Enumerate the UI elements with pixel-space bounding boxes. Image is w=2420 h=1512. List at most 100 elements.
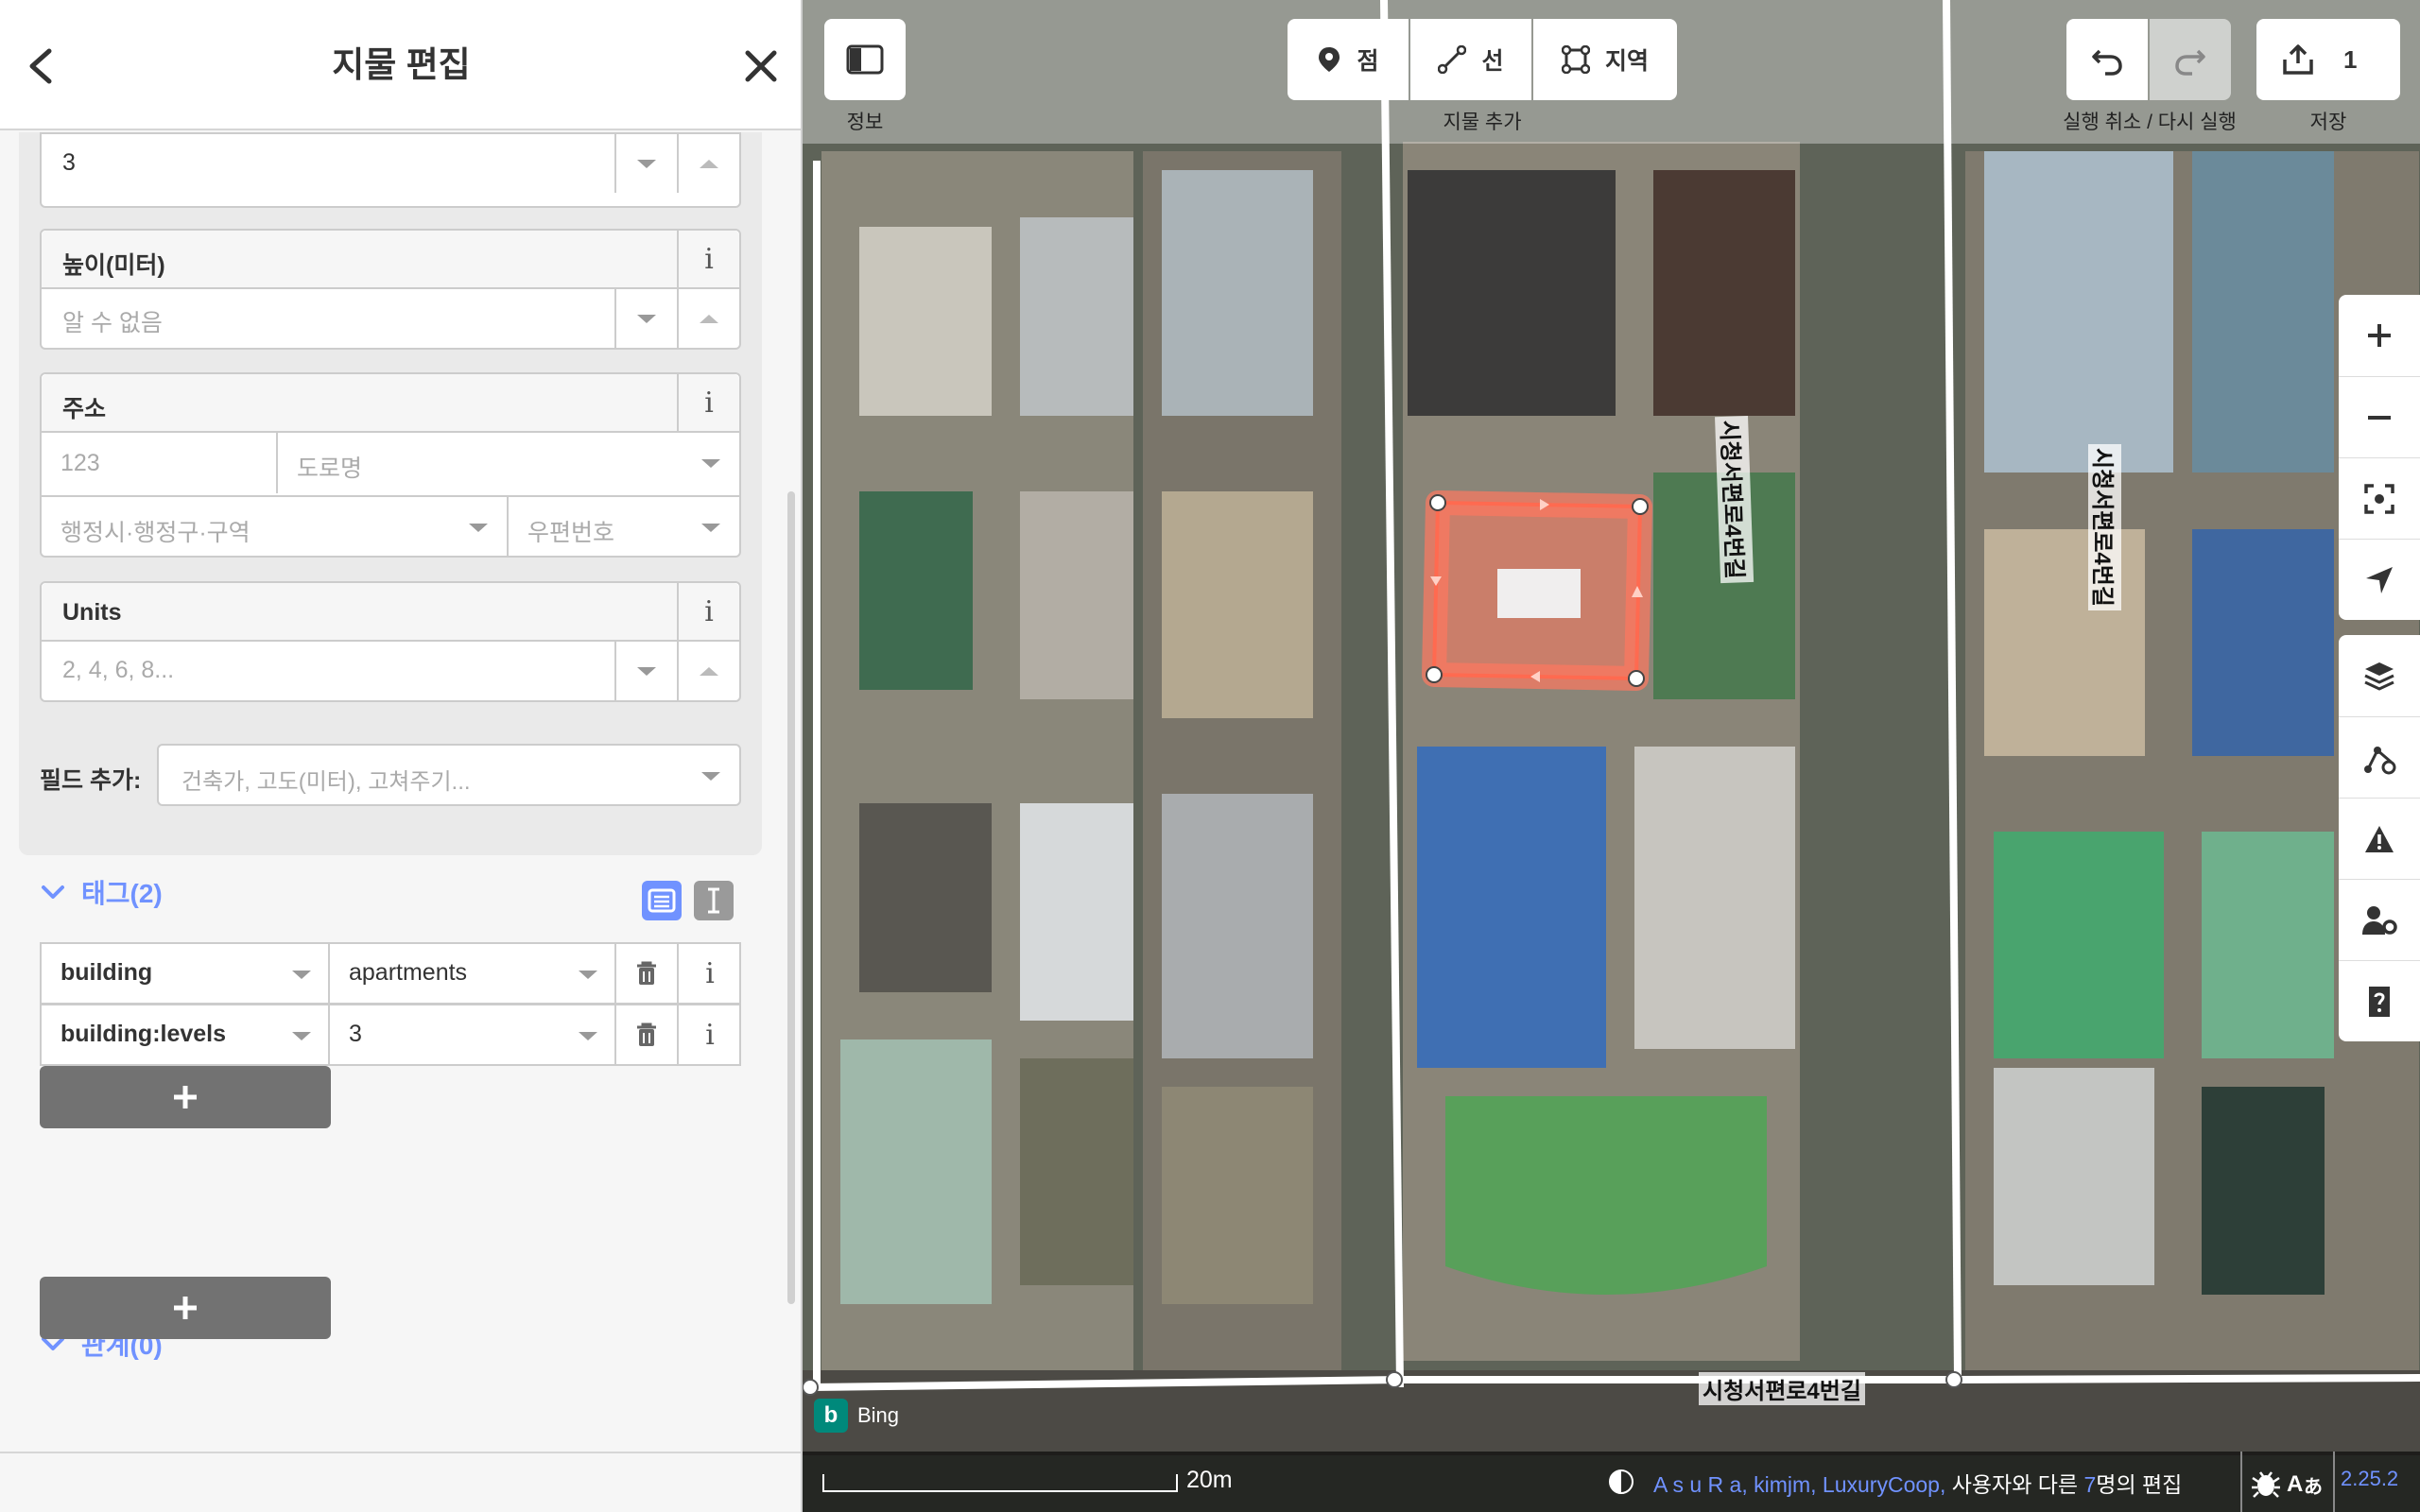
height-label: 높이(미터): [62, 252, 165, 279]
redo-button[interactable]: [2150, 19, 2231, 100]
levels-input[interactable]: 3: [42, 134, 739, 193]
add-feature-caption: 지물 추가: [1443, 112, 1522, 133]
district-combo[interactable]: 행정시·행정구·구역: [42, 497, 509, 558]
list-view-icon[interactable]: [642, 881, 682, 920]
info-icon[interactable]: i: [677, 583, 739, 640]
contributors-link[interactable]: A s u R a, kimjm, LuxuryCoop,: [1653, 1472, 1945, 1497]
attribution-suffix: 명의 편집: [2096, 1472, 2183, 1497]
aerial-imagery: [803, 0, 2420, 1512]
housenumber-input[interactable]: 123: [42, 433, 278, 493]
contributors-attribution: A s u R a, kimjm, LuxuryCoop, 사용자와 다른 7명…: [1653, 1467, 2182, 1499]
units-placeholder: 2, 4, 6, 8...: [62, 657, 175, 683]
close-icon[interactable]: [740, 45, 782, 87]
units-label: Units: [62, 599, 122, 626]
zoom-to-selection-button[interactable]: [2339, 457, 2420, 539]
scale-label: 20m: [1186, 1467, 1233, 1493]
help-icon: [2369, 986, 2390, 1017]
undo-button[interactable]: [2066, 19, 2148, 100]
trash-icon[interactable]: [616, 944, 679, 1003]
imagery-attribution[interactable]: b Bing: [814, 1399, 899, 1433]
address-label: 주소: [62, 396, 107, 422]
upload-icon: [2283, 44, 2313, 75]
sidebar-toggle-icon: [846, 44, 884, 75]
info-icon[interactable]: i: [677, 374, 739, 431]
tag-value-text: 3: [349, 1021, 362, 1047]
save-count: 1: [2343, 44, 2358, 74]
trash-icon[interactable]: [616, 1005, 679, 1064]
add-tag-button[interactable]: [40, 1066, 331, 1128]
increment-button[interactable]: [677, 289, 739, 348]
map-data-icon: [2364, 746, 2396, 774]
street-combo[interactable]: 도로명: [278, 433, 739, 493]
preferences-button[interactable]: [2339, 879, 2420, 960]
point-icon: [1319, 47, 1340, 72]
tags-section-toggle[interactable]: 태그(2): [40, 873, 163, 911]
address-field: 주소 i 123 도로명 행정시·행정구·구역 우편번호: [40, 372, 741, 558]
zoom-in-button[interactable]: [2339, 295, 2420, 376]
tag-value[interactable]: apartments: [330, 944, 616, 1003]
undo-redo-caption: 실행 취소 / 다시 실행: [2063, 112, 2237, 133]
add-point-button[interactable]: 점: [1288, 19, 1409, 100]
svg-text:あ: あ: [2304, 1475, 2323, 1498]
tag-key-text: building:levels: [60, 1021, 227, 1047]
bug-report-icon[interactable]: [2249, 1467, 2283, 1499]
scale-bar[interactable]: [821, 1470, 1181, 1499]
help-button[interactable]: [2339, 960, 2420, 1041]
zoom-out-button[interactable]: [2339, 376, 2420, 457]
tag-key[interactable]: building:levels: [42, 1005, 330, 1064]
issues-icon: [2365, 825, 2394, 852]
issues-button[interactable]: [2339, 798, 2420, 879]
postcode-combo[interactable]: 우편번호: [509, 497, 739, 558]
increment-button[interactable]: [677, 642, 739, 700]
units-input[interactable]: 2, 4, 6, 8...: [42, 642, 739, 700]
plus-icon: [174, 1086, 197, 1108]
redo-icon: [2175, 49, 2205, 76]
add-line-button[interactable]: 선: [1410, 19, 1531, 100]
save-button[interactable]: 1: [2256, 19, 2400, 100]
road-label: 시청서편로4번길: [1715, 416, 1754, 584]
info-icon[interactable]: i: [677, 231, 739, 287]
other-contributors-link[interactable]: 7: [2083, 1472, 2096, 1497]
text-view-icon[interactable]: [694, 881, 734, 920]
map-area[interactable]: 시청서편로4번길 시청서편로4번길 시청서편로4번길 정보 점 선 지역 지물 …: [803, 0, 2420, 1512]
decrement-button[interactable]: [614, 289, 677, 348]
add-relation-button[interactable]: [40, 1277, 331, 1339]
height-input[interactable]: 알 수 없음: [42, 289, 739, 348]
road-label: 시청서편로4번길: [2088, 444, 2121, 610]
area-icon: [1561, 45, 1590, 74]
tag-key[interactable]: building: [42, 944, 330, 1003]
sidebar-scrollbar[interactable]: [787, 491, 795, 1304]
add-point-label: 점: [1357, 48, 1379, 75]
zoom-out-icon: [2368, 415, 2391, 420]
info-icon[interactable]: i: [679, 944, 741, 1003]
plus-icon: [174, 1297, 197, 1319]
sidebar-body: 3 높이(미터) i 알 수 없음 주소 i 123 도로명 행정시·행정구·구역: [0, 132, 801, 1452]
district-placeholder: 행정시·행정구·구역: [60, 520, 251, 546]
imagery-name: Bing: [857, 1403, 900, 1427]
tag-row: building apartments i: [40, 942, 741, 1005]
chevron-down-icon: [42, 885, 64, 899]
decrement-button[interactable]: [614, 134, 677, 193]
background-layers-button[interactable]: [2339, 635, 2420, 716]
road-label: 시청서편로4번길: [1699, 1372, 1865, 1405]
sidebar-footer: [0, 1452, 801, 1512]
version-link[interactable]: 2.25.2: [2341, 1467, 2398, 1491]
selected-building[interactable]: [1417, 482, 1663, 709]
units-field: Units i 2, 4, 6, 8...: [40, 581, 741, 702]
zoom-in-icon: [2368, 324, 2391, 347]
increment-button[interactable]: [677, 134, 739, 193]
map-data-button[interactable]: [2339, 716, 2420, 798]
add-line-label: 선: [1481, 48, 1504, 75]
history-panel-icon[interactable]: [1607, 1468, 1635, 1496]
decrement-button[interactable]: [614, 642, 677, 700]
attribution-text: 사용자와 다른: [1945, 1472, 2084, 1497]
language-icon[interactable]: Aあ: [2287, 1466, 2330, 1498]
geolocate-button[interactable]: [2339, 539, 2420, 620]
add-area-button[interactable]: 지역: [1533, 19, 1677, 100]
tag-value[interactable]: 3: [330, 1005, 616, 1064]
add-field-combo[interactable]: 건축가, 고도(미터), 고쳐주기...: [157, 744, 741, 806]
bing-logo: b: [814, 1399, 848, 1433]
info-icon[interactable]: i: [679, 1005, 741, 1064]
sidebar-toggle-button[interactable]: [824, 19, 906, 100]
inspector-sidebar: 지물 편집 3 높이(미터) i 알 수 없음 주소 i 123 도로명 행정시…: [0, 0, 803, 1512]
